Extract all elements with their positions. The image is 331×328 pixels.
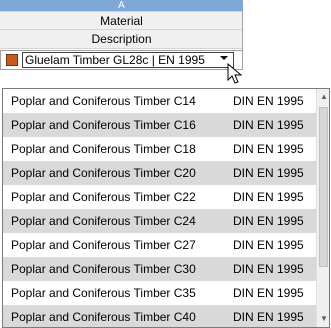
material-name: Poplar and Coniferous Timber C16: [11, 118, 196, 132]
scroll-down-icon[interactable]: ▼: [317, 311, 329, 327]
material-standard: DIN EN 1995: [233, 166, 304, 180]
dropdown-scrollbar[interactable]: ▲ ▼: [316, 89, 329, 327]
material-color-swatch: [6, 54, 18, 66]
list-item[interactable]: Poplar and Coniferous Timber C30 DIN EN 1…: [3, 257, 316, 281]
material-standard: DIN EN 1995: [233, 190, 304, 204]
material-name: Poplar and Coniferous Timber C40: [11, 310, 196, 324]
list-item[interactable]: Poplar and Coniferous Timber C35 DIN EN 1…: [3, 281, 316, 305]
list-item[interactable]: Poplar and Coniferous Timber C16 DIN EN 1…: [3, 113, 316, 137]
material-name: Poplar and Coniferous Timber C20: [11, 166, 196, 180]
list-item[interactable]: Poplar and Coniferous Timber C40 DIN EN 1…: [3, 305, 316, 327]
material-standard: DIN EN 1995: [233, 286, 304, 300]
material-name: Poplar and Coniferous Timber C27: [11, 238, 196, 252]
mouse-pointer-icon: [227, 63, 243, 84]
list-item[interactable]: Poplar and Coniferous Timber C22 DIN EN 1…: [3, 185, 316, 209]
material-name: Poplar and Coniferous Timber C14: [11, 94, 196, 108]
scrollbar-thumb[interactable]: [319, 107, 328, 267]
material-standard: DIN EN 1995: [233, 118, 304, 132]
list-item[interactable]: Poplar and Coniferous Timber C24 DIN EN 1…: [3, 209, 316, 233]
material-name: Poplar and Coniferous Timber C24: [11, 214, 196, 228]
chevron-down-icon[interactable]: [220, 56, 228, 60]
list-item[interactable]: Poplar and Coniferous Timber C18 DIN EN 1…: [3, 137, 316, 161]
material-standard: DIN EN 1995: [233, 94, 304, 108]
material-combobox-value[interactable]: Gluelam Timber GL28c | EN 1995: [22, 52, 234, 68]
grid-divider: [242, 11, 243, 50]
scroll-up-icon[interactable]: ▲: [317, 89, 329, 105]
material-name: Poplar and Coniferous Timber C18: [11, 142, 196, 156]
list-item[interactable]: Poplar and Coniferous Timber C27 DIN EN 1…: [3, 233, 316, 257]
material-combobox[interactable]: Gluelam Timber GL28c | EN 1995: [0, 50, 243, 70]
column-header-a[interactable]: A: [0, 0, 243, 11]
material-standard: DIN EN 1995: [233, 214, 304, 228]
material-standard: DIN EN 1995: [233, 262, 304, 276]
material-name: Poplar and Coniferous Timber C35: [11, 286, 196, 300]
dropdown-items: Poplar and Coniferous Timber C14 DIN EN 1…: [3, 89, 316, 327]
list-item[interactable]: Poplar and Coniferous Timber C20 DIN EN 1…: [3, 161, 316, 185]
material-standard: DIN EN 1995: [233, 142, 304, 156]
description-header: Description: [0, 30, 243, 49]
material-standard: DIN EN 1995: [233, 310, 304, 324]
material-dropdown-list[interactable]: Poplar and Coniferous Timber C14 DIN EN 1…: [2, 88, 330, 328]
material-standard: DIN EN 1995: [233, 238, 304, 252]
material-name: Poplar and Coniferous Timber C30: [11, 262, 196, 276]
material-name: Poplar and Coniferous Timber C22: [11, 190, 196, 204]
list-item[interactable]: Poplar and Coniferous Timber C14 DIN EN 1…: [3, 89, 316, 113]
material-header: Material: [0, 11, 243, 30]
